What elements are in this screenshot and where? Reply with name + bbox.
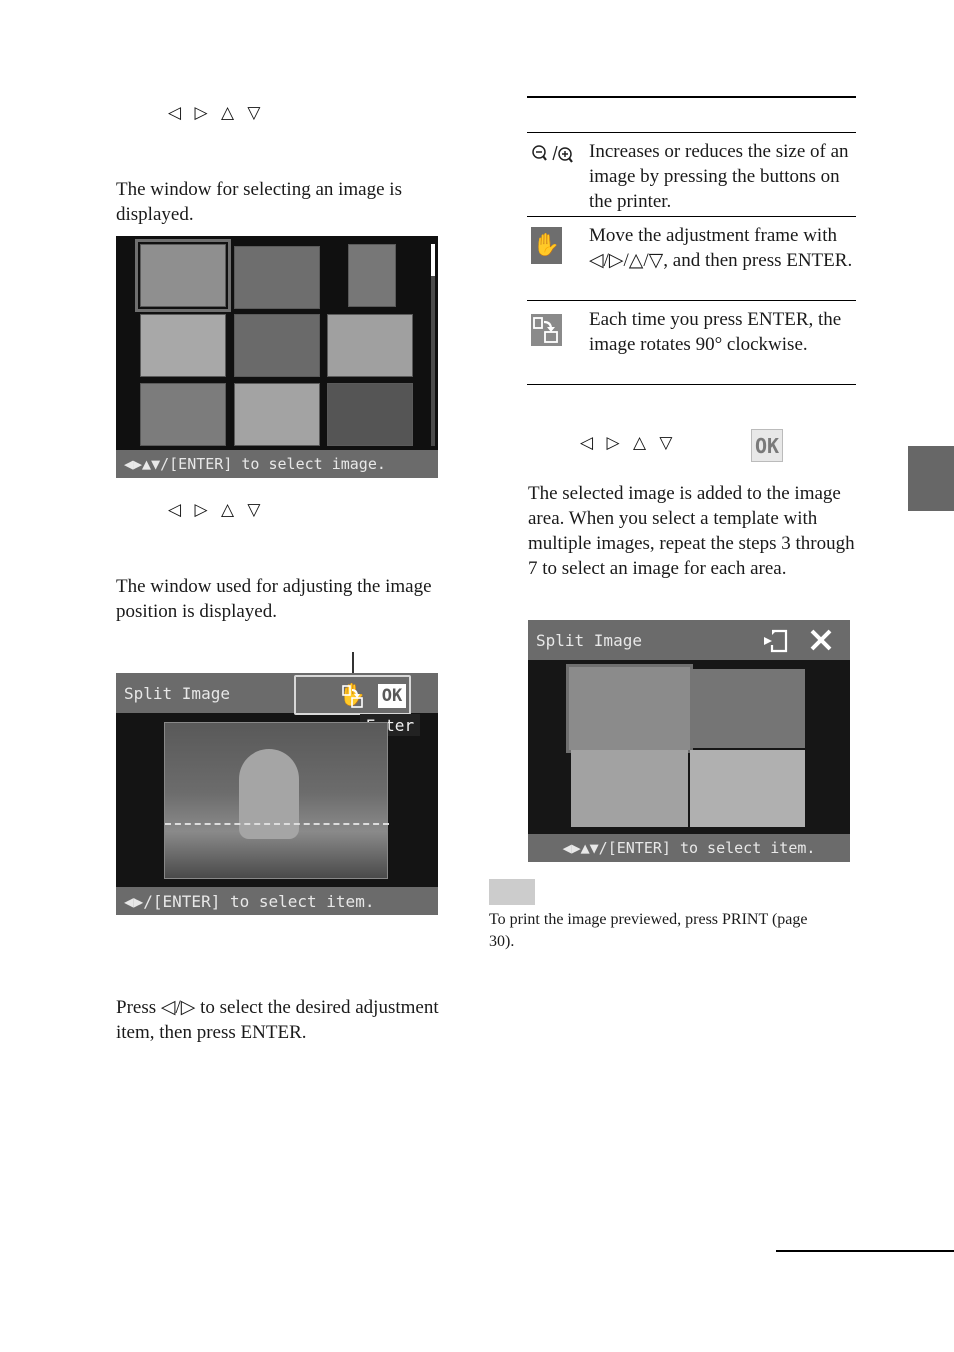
instruction-text: Press ◁/▷ to select the desired adjustme… — [116, 997, 439, 1043]
note-text: To print the image previewed, press PRIN… — [489, 911, 808, 950]
row-description: Move the adjustment frame with ◁/▷/△/▽, … — [589, 225, 853, 271]
note-label-box — [489, 879, 535, 905]
adjustment-toolbar: ✋ OK — [294, 675, 411, 715]
tile-shiba-dog-smiling[interactable] — [571, 750, 688, 827]
tile-cat-on-bench[interactable] — [566, 664, 693, 753]
thumbnail-cat-on-bench[interactable] — [135, 239, 231, 312]
table-row: ✋ Move the adjustment frame with ◁/▷/△/▽… — [527, 217, 856, 300]
table-row: Increases or reduces the size of an imag… — [527, 133, 856, 216]
instruction-text: The window for selecting an image is dis… — [116, 179, 402, 225]
zoom-out-in-icon — [531, 143, 577, 165]
thumbnail-shiba-dog-smiling[interactable] — [327, 314, 413, 377]
table-bottom-rule — [527, 384, 856, 385]
close-icon[interactable] — [808, 627, 834, 653]
tile-dalmatian[interactable] — [690, 669, 805, 748]
screen-header: Split Image — [528, 620, 850, 660]
tile-kitten[interactable] — [690, 750, 805, 827]
return-icon[interactable] — [762, 628, 790, 654]
direction-arrows: ◁ ▷ △ ▽ — [580, 433, 677, 453]
chapter-tab — [908, 446, 954, 511]
ok-icon[interactable]: OK — [378, 684, 406, 708]
thumbnail-kitten[interactable] — [234, 383, 320, 446]
thumbnail-dalmatian[interactable] — [140, 383, 226, 446]
image-preview[interactable] — [164, 722, 389, 879]
rotate-icon[interactable] — [342, 685, 363, 708]
split-image-screen: Split Image ◀▶▲▼/[ENTER] to select item. — [528, 620, 850, 862]
row-description: Increases or reduces the size of an imag… — [589, 141, 849, 212]
thumbnail-shiba-dog-side[interactable] — [234, 314, 320, 377]
thumbnail-children-in-snow[interactable] — [140, 314, 226, 377]
ok-icon: OK — [751, 429, 783, 462]
screen-footer: ◀▶/[ENTER] to select item. — [116, 887, 438, 915]
callout-line — [352, 652, 354, 674]
scrollbar-thumb[interactable] — [431, 244, 435, 276]
screen-footer: ◀▶▲▼/[ENTER] to select image. — [116, 450, 438, 478]
adjustment-frame-edge — [165, 823, 389, 827]
footer-rule — [776, 1250, 954, 1252]
image-select-screen: ◀▶▲▼/[ENTER] to select image. — [116, 236, 438, 478]
thumbnail-skiers[interactable] — [234, 246, 320, 309]
table-row: Each time you press ENTER, the image rot… — [527, 301, 856, 384]
hand-icon: ✋ — [531, 227, 562, 264]
thumbnail-snowman[interactable] — [348, 244, 396, 307]
screen-title: Split Image — [536, 630, 642, 650]
instruction-text: The window used for adjusting the image … — [116, 576, 432, 622]
rotate-icon — [531, 314, 562, 346]
screen-title: Split Image — [124, 683, 230, 703]
table-top-rule — [527, 96, 856, 98]
thumbnail-snowboarders[interactable] — [327, 383, 413, 446]
screen-footer: ◀▶▲▼/[ENTER] to select item. — [528, 834, 850, 862]
direction-arrows: ◁ ▷ △ ▽ — [168, 103, 265, 123]
direction-arrows: ◁ ▷ △ ▽ — [168, 500, 265, 520]
row-description: Each time you press ENTER, the image rot… — [589, 309, 842, 355]
instruction-text: The selected image is added to the image… — [528, 483, 855, 579]
adjust-position-screen: Split Image ✋ OK Enter ◀▶/[ENTER] to sel… — [116, 673, 438, 915]
